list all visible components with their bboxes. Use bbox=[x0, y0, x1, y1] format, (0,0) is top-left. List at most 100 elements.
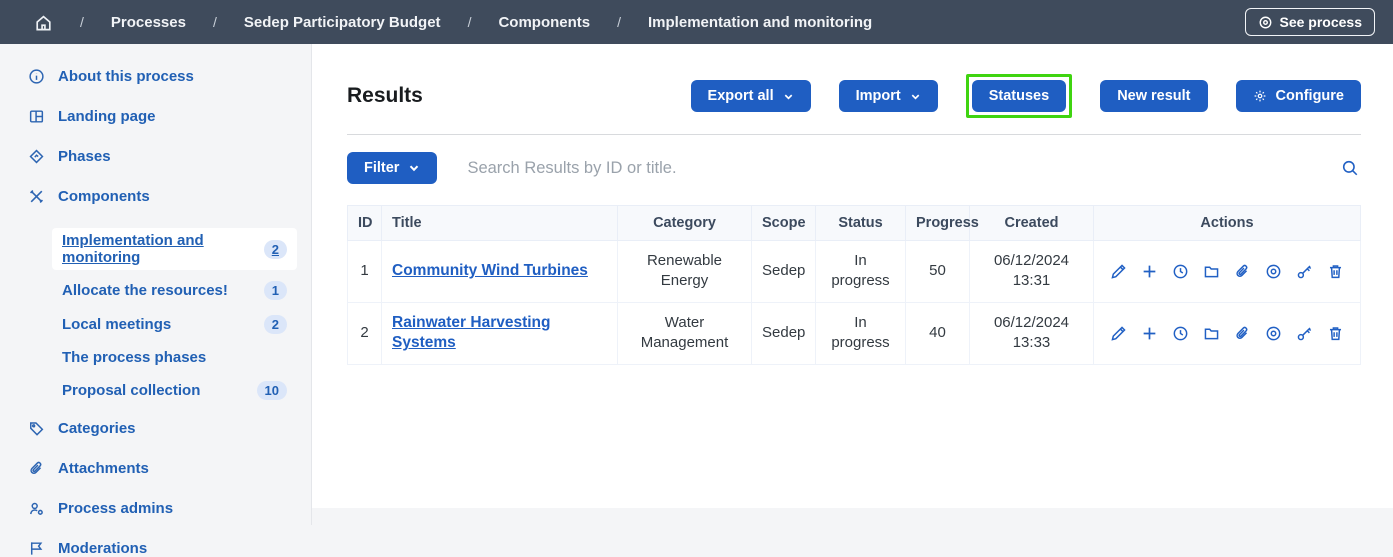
table-row: 1 Community Wind Turbines Renewable Ener… bbox=[348, 241, 1361, 303]
sidebar-item-process-admins[interactable]: Process admins bbox=[28, 500, 297, 517]
folder-icon[interactable] bbox=[1203, 325, 1220, 342]
sidebar-item-the-process-phases[interactable]: The process phases bbox=[52, 345, 297, 370]
col-header-title: Title bbox=[382, 206, 618, 241]
cell-category: Water Management bbox=[618, 302, 752, 365]
configure-button[interactable]: Configure bbox=[1236, 80, 1361, 112]
sidebar-item-allocate-the-resources[interactable]: Allocate the resources! 1 bbox=[52, 277, 297, 304]
attachments-paperclip-icon[interactable] bbox=[1234, 263, 1251, 280]
result-title-link[interactable]: Community Wind Turbines bbox=[392, 262, 588, 279]
delete-trash-icon[interactable] bbox=[1327, 263, 1344, 280]
search-input[interactable] bbox=[467, 159, 1309, 178]
sidebar-item-landing-page[interactable]: Landing page bbox=[28, 108, 297, 125]
breadcrumb-separator: / bbox=[80, 14, 84, 30]
delete-trash-icon[interactable] bbox=[1327, 325, 1344, 342]
new-result-button[interactable]: New result bbox=[1100, 80, 1207, 112]
cell-status: In progress bbox=[816, 302, 906, 365]
sidebar-item-label: Phases bbox=[58, 148, 111, 165]
topbar: / Processes / Sedep Participatory Budget… bbox=[0, 0, 1393, 44]
folder-icon[interactable] bbox=[1203, 263, 1220, 280]
col-header-scope: Scope bbox=[752, 206, 816, 241]
layout-icon bbox=[28, 108, 45, 125]
result-title-link[interactable]: Rainwater Harvesting Systems bbox=[392, 314, 551, 352]
sidebar-item-label: Process admins bbox=[58, 500, 173, 517]
breadcrumb-separator: / bbox=[468, 14, 472, 30]
sidebar-item-label: Attachments bbox=[58, 460, 149, 477]
cell-progress: 40 bbox=[906, 302, 970, 365]
sidebar: About this process Landing page Phases bbox=[0, 44, 312, 525]
sidebar-item-phases[interactable]: Phases bbox=[28, 148, 297, 165]
main-content: Results Export all Import Statuses bbox=[312, 44, 1393, 508]
eye-target-icon bbox=[1258, 15, 1273, 30]
breadcrumb-process-name[interactable]: Sedep Participatory Budget bbox=[244, 14, 441, 31]
user-settings-icon bbox=[28, 500, 45, 517]
sidebar-item-moderations[interactable]: Moderations bbox=[28, 540, 297, 557]
flag-icon bbox=[28, 540, 45, 557]
count-badge: 1 bbox=[264, 281, 287, 300]
gear-icon bbox=[1253, 89, 1267, 103]
col-header-progress: Progress bbox=[906, 206, 970, 241]
cell-id: 1 bbox=[348, 241, 382, 303]
search-icon[interactable] bbox=[1339, 157, 1361, 179]
permissions-key-icon[interactable] bbox=[1296, 263, 1313, 280]
cell-status: In progress bbox=[816, 241, 906, 303]
timeline-clock-icon[interactable] bbox=[1172, 263, 1189, 280]
sidebar-item-label: Categories bbox=[58, 420, 136, 437]
sidebar-item-categories[interactable]: Categories bbox=[28, 420, 297, 437]
sidebar-item-local-meetings[interactable]: Local meetings 2 bbox=[52, 311, 297, 338]
permissions-key-icon[interactable] bbox=[1296, 325, 1313, 342]
paperclip-icon bbox=[28, 460, 45, 477]
col-header-id: ID bbox=[348, 206, 382, 241]
info-icon bbox=[28, 68, 45, 85]
breadcrumb-separator: / bbox=[213, 14, 217, 30]
import-button[interactable]: Import bbox=[839, 80, 938, 112]
edit-pencil-icon[interactable] bbox=[1110, 263, 1127, 280]
add-plus-icon[interactable] bbox=[1141, 263, 1158, 280]
cell-scope: Sedep bbox=[752, 241, 816, 303]
add-plus-icon[interactable] bbox=[1141, 325, 1158, 342]
export-all-button[interactable]: Export all bbox=[691, 80, 811, 112]
toolbar: Export all Import Statuses bbox=[691, 74, 1361, 118]
breadcrumb-components[interactable]: Components bbox=[498, 14, 590, 31]
breadcrumb: / Processes / Sedep Participatory Budget… bbox=[34, 13, 872, 32]
edit-pencil-icon[interactable] bbox=[1110, 325, 1127, 342]
cell-scope: Sedep bbox=[752, 302, 816, 365]
timeline-clock-icon[interactable] bbox=[1172, 325, 1189, 342]
sidebar-item-label: Moderations bbox=[58, 540, 147, 557]
col-header-created: Created bbox=[970, 206, 1094, 241]
chevron-down-icon bbox=[408, 162, 420, 174]
sidebar-item-label: Proposal collection bbox=[62, 382, 200, 399]
breadcrumb-separator: / bbox=[617, 14, 621, 30]
sidebar-item-proposal-collection[interactable]: Proposal collection 10 bbox=[52, 377, 297, 404]
tag-icon bbox=[28, 420, 45, 437]
home-icon[interactable] bbox=[34, 13, 53, 32]
configure-label: Configure bbox=[1276, 88, 1344, 104]
sidebar-item-attachments[interactable]: Attachments bbox=[28, 460, 297, 477]
filter-button[interactable]: Filter bbox=[347, 152, 437, 184]
cell-id: 2 bbox=[348, 302, 382, 365]
attachments-paperclip-icon[interactable] bbox=[1234, 325, 1251, 342]
table-row: 2 Rainwater Harvesting Systems Water Man… bbox=[348, 302, 1361, 365]
sidebar-item-implementation-and-monitoring[interactable]: Implementation and monitoring 2 bbox=[52, 228, 297, 270]
cell-category: Renewable Energy bbox=[618, 241, 752, 303]
header-divider bbox=[347, 134, 1361, 135]
sidebar-item-label: Implementation and monitoring bbox=[62, 232, 264, 266]
preview-eye-icon[interactable] bbox=[1265, 325, 1282, 342]
statuses-button[interactable]: Statuses bbox=[972, 80, 1066, 112]
col-header-status: Status bbox=[816, 206, 906, 241]
breadcrumb-processes[interactable]: Processes bbox=[111, 14, 186, 31]
tools-icon bbox=[28, 188, 45, 205]
sidebar-item-components[interactable]: Components bbox=[28, 188, 297, 205]
count-badge: 2 bbox=[264, 315, 287, 334]
sidebar-item-label: Landing page bbox=[58, 108, 156, 125]
col-header-category: Category bbox=[618, 206, 752, 241]
cell-created: 06/12/2024 13:33 bbox=[970, 302, 1094, 365]
col-header-actions: Actions bbox=[1094, 206, 1361, 241]
import-label: Import bbox=[856, 88, 901, 104]
see-process-button[interactable]: See process bbox=[1245, 8, 1376, 36]
breadcrumb-current-component[interactable]: Implementation and monitoring bbox=[648, 14, 872, 31]
table-header-row: ID Title Category Scope Status Progress … bbox=[348, 206, 1361, 241]
sidebar-item-about-this-process[interactable]: About this process bbox=[28, 68, 297, 85]
cell-created: 06/12/2024 13:31 bbox=[970, 241, 1094, 303]
preview-eye-icon[interactable] bbox=[1265, 263, 1282, 280]
statuses-label: Statuses bbox=[989, 88, 1049, 104]
